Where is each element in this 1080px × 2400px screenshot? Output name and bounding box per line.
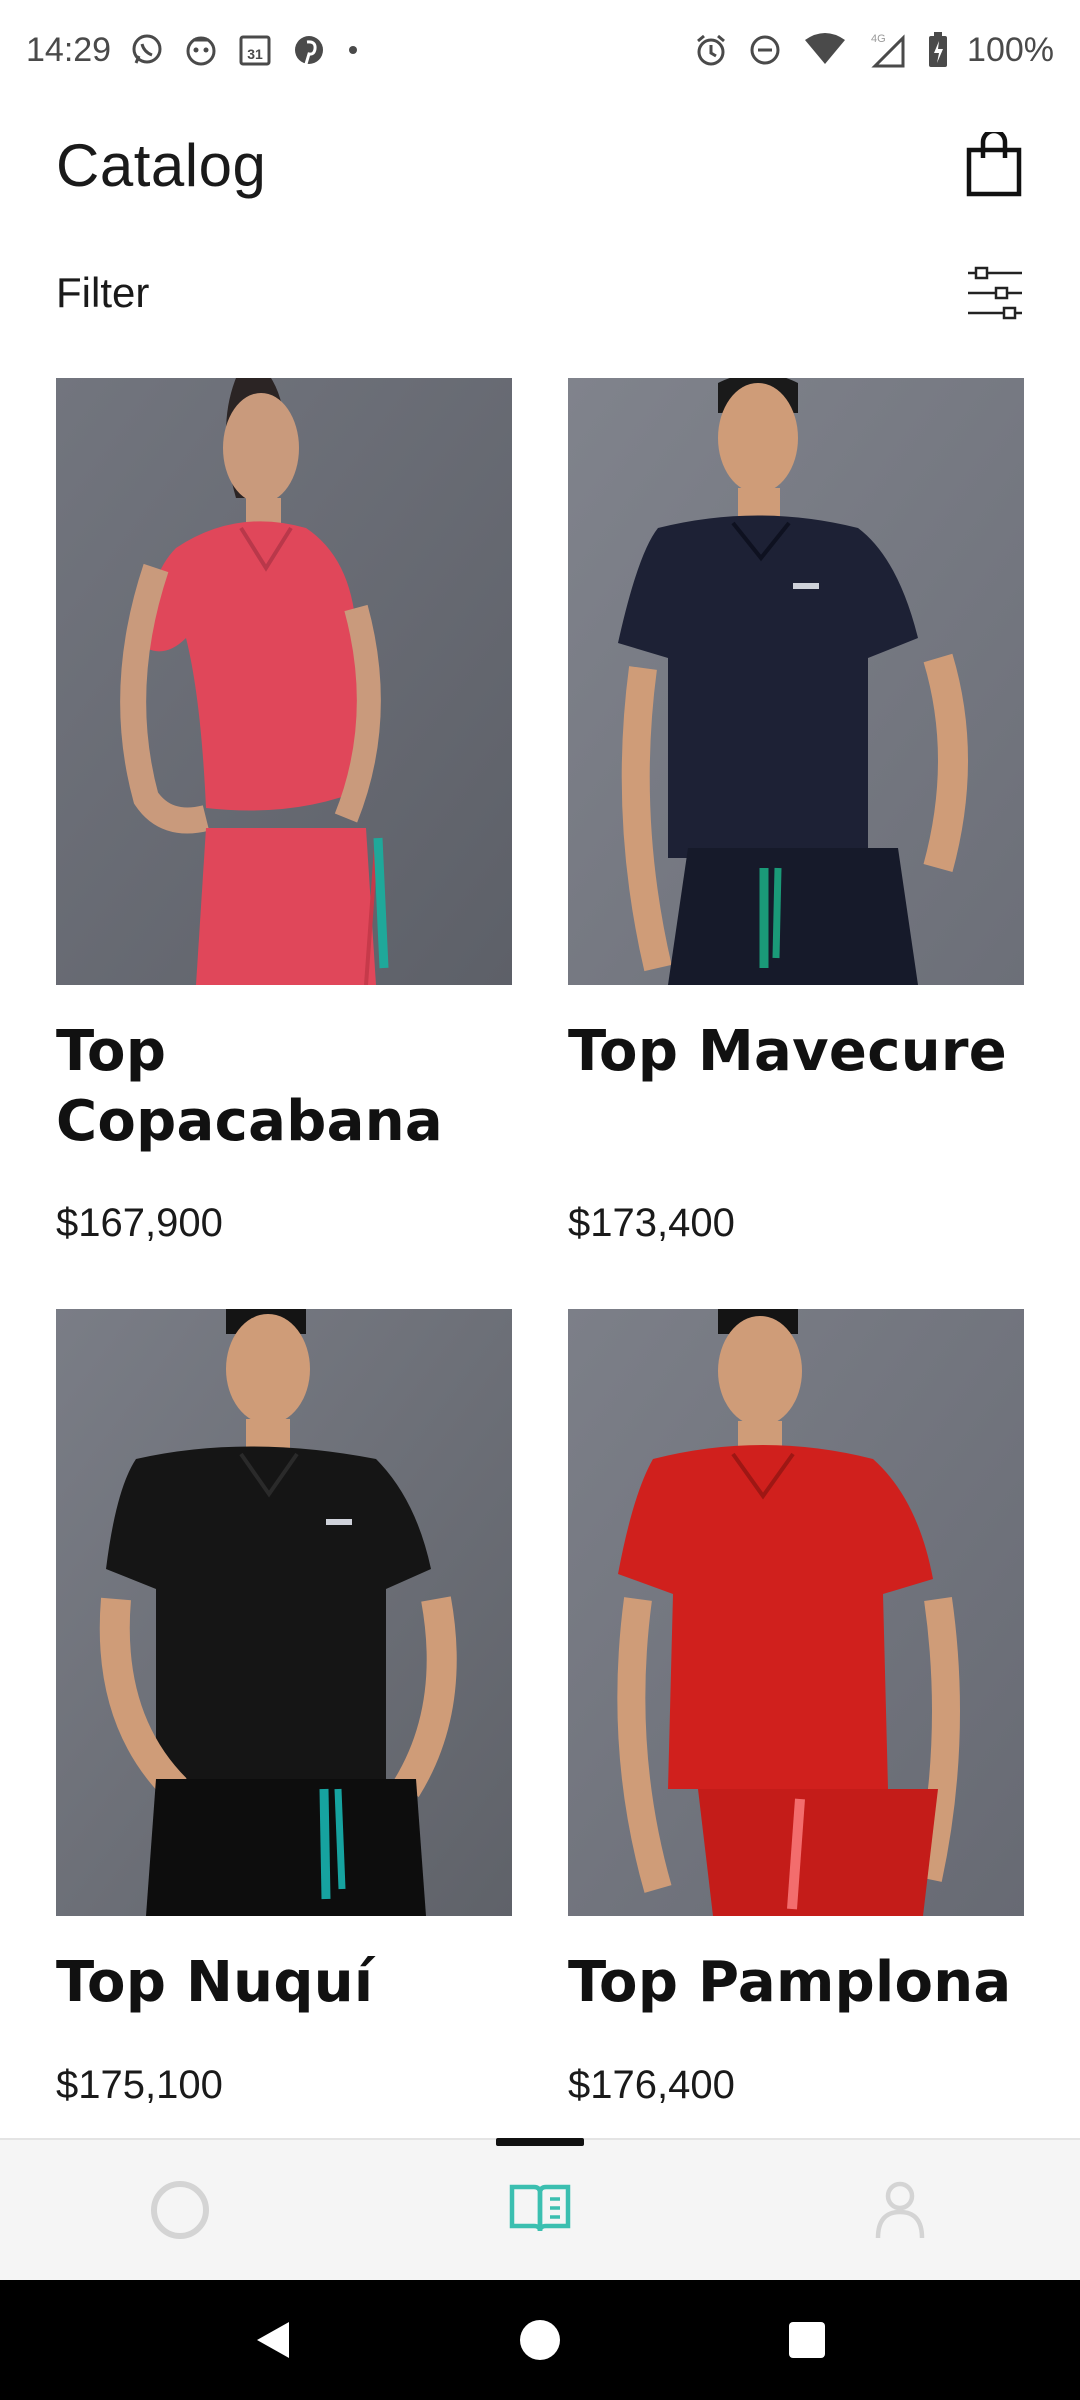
product-price: $175,100 xyxy=(56,2063,223,2107)
home-button[interactable] xyxy=(500,2300,580,2380)
recents-icon xyxy=(788,2322,825,2358)
product-photo[interactable] xyxy=(568,1309,1024,1916)
bottom-nav xyxy=(0,2138,1080,2280)
home-circle-icon xyxy=(519,2320,560,2360)
svg-text:31: 31 xyxy=(247,46,263,62)
catalog-icon xyxy=(509,2184,571,2232)
status-right: 4G 100% xyxy=(693,31,1054,70)
product-price: $176,400 xyxy=(568,2063,735,2107)
status-bar: 14:29 31 4G 100% xyxy=(0,0,1080,100)
calendar-icon: 31 xyxy=(237,32,273,68)
product-photo[interactable] xyxy=(56,1309,512,1916)
nav-catalog[interactable] xyxy=(470,2138,610,2270)
cart-button[interactable] xyxy=(962,130,1026,200)
bot-icon xyxy=(183,32,219,68)
alarm-icon xyxy=(693,32,729,68)
back-icon xyxy=(257,2322,290,2358)
recents-button[interactable] xyxy=(767,2300,847,2380)
product-image xyxy=(56,378,512,985)
back-button[interactable] xyxy=(233,2300,313,2380)
product-card[interactable]: Top Mavecure $173,400 xyxy=(568,378,1024,1245)
network-label: 4G xyxy=(871,33,886,45)
signal-icon: 4G xyxy=(869,32,909,68)
nav-home[interactable] xyxy=(110,2150,250,2270)
product-name[interactable]: Top Nuquí xyxy=(56,1948,512,2018)
product-price: $167,900 xyxy=(56,1201,223,1245)
status-time: 14:29 xyxy=(26,30,112,69)
product-image xyxy=(568,1309,1024,1916)
system-nav-bar xyxy=(0,2280,1080,2400)
product-price: $173,400 xyxy=(568,1201,735,1245)
battery-icon xyxy=(927,31,949,69)
filter-button[interactable] xyxy=(964,262,1026,324)
wifi-icon xyxy=(801,32,851,68)
product-photo[interactable] xyxy=(56,378,512,985)
product-name[interactable]: Top Pamplona xyxy=(568,1948,1024,2018)
status-left: 14:29 31 xyxy=(26,31,361,70)
shopping-bag-icon xyxy=(966,132,1022,197)
home-icon xyxy=(151,2181,209,2239)
dot-icon xyxy=(345,42,361,58)
product-card[interactable]: Top Pamplona $176,400 xyxy=(568,1309,1024,2107)
product-card[interactable]: Top Copacabana $167,900 xyxy=(56,378,512,1245)
nav-profile[interactable] xyxy=(830,2150,970,2270)
product-photo[interactable] xyxy=(568,378,1024,985)
product-image xyxy=(56,1309,512,1916)
sliders-icon xyxy=(968,266,1022,320)
product-name[interactable]: Top Mavecure xyxy=(568,1017,1024,1087)
filter-row: Filter xyxy=(56,258,1026,328)
battery-percent: 100% xyxy=(967,30,1054,69)
product-image xyxy=(568,378,1024,985)
app-header: Catalog xyxy=(56,125,1026,205)
product-card[interactable]: Top Nuquí $175,100 xyxy=(56,1309,512,2107)
profile-icon xyxy=(875,2181,925,2239)
dnd-icon xyxy=(747,32,783,68)
page-title: Catalog xyxy=(56,131,267,199)
filter-label[interactable]: Filter xyxy=(56,269,149,317)
nav-active-indicator xyxy=(496,2138,584,2146)
product-name[interactable]: Top Copacabana xyxy=(56,1017,512,1157)
whatsapp-icon xyxy=(129,32,165,68)
pinterest-icon xyxy=(291,32,327,68)
